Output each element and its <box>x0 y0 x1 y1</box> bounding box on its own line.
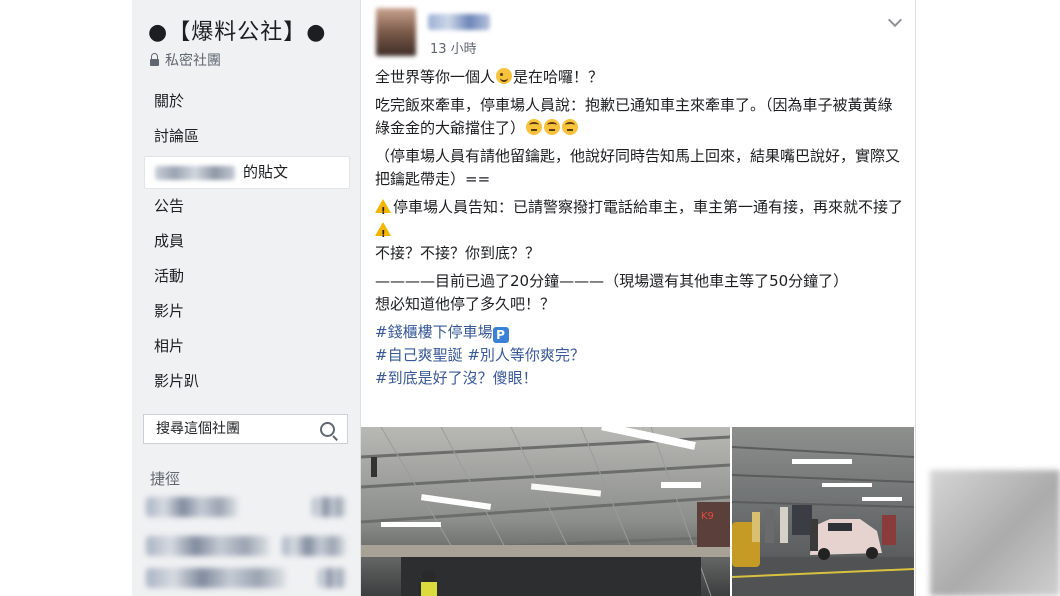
post-line: 不接？不接？你到底？？ <box>375 244 541 262</box>
warning-icon <box>375 199 391 223</box>
group-title[interactable]: ●【爆料公社】● <box>148 14 326 46</box>
shortcut-item[interactable] <box>146 497 238 517</box>
post-photo[interactable] <box>732 427 914 596</box>
nav-item-about[interactable]: 關於 <box>144 88 350 123</box>
avatar[interactable] <box>376 8 416 56</box>
nav-item-member-posts-label: 的貼文 <box>243 163 289 181</box>
nav-item-events[interactable]: 活動 <box>144 263 350 298</box>
nav-item-announcements[interactable]: 公告 <box>144 193 350 228</box>
eye-roll-face-icon <box>526 119 543 135</box>
privacy-label: 私密社團 <box>165 53 221 69</box>
shortcuts-title: 捷徑 <box>150 470 181 488</box>
hashtag-link[interactable]: #到底是好了沒？傻眼！ <box>375 367 903 390</box>
post-text: 全世界等你一個人 是在哈囉！？ 吃完飯來牽車，停車場人員說：抱歉已通知車主來牽車了… <box>375 66 903 395</box>
post-author-name[interactable] <box>428 14 490 30</box>
parking-icon: P <box>492 327 509 343</box>
car-blocking-photo <box>732 427 914 596</box>
group-privacy: 私密社團 <box>150 50 221 70</box>
shortcut-badge <box>282 536 346 556</box>
post-timestamp[interactable]: 13 小時 <box>430 38 477 57</box>
hashtag-link[interactable]: #自己爽聖誕 #別人等你爽完？ <box>375 344 903 367</box>
blurred-background-area <box>930 470 1060 596</box>
page-background-right <box>926 0 1060 596</box>
post-text-segment: 是在哈囉！？ <box>513 68 604 86</box>
shortcut-badge <box>318 568 346 588</box>
eye-roll-face-icon <box>562 119 579 135</box>
post-line: 停車場人員告知：已請警察撥打電話給車主，車主第一通有接，再來就不接了 <box>375 196 904 246</box>
blurred-member-name <box>155 165 235 180</box>
post-line: 想必知道他停了多久吧！？ <box>375 295 556 313</box>
post-line: #錢櫃樓下停車場 P <box>375 321 903 344</box>
post-text-segment: 吃完飯來牽車，停車場人員說：抱歉已通知車主來牽車了。（因為車子被黃黃綠綠金金的大… <box>375 96 893 137</box>
post-line: ————目前已過了20分鐘———（現場還有其他車主等了50分鐘了） <box>375 272 849 290</box>
shortcut-item[interactable] <box>146 568 286 588</box>
nav-item-watch-party[interactable]: 影片趴 <box>144 368 350 403</box>
nav-item-member-posts[interactable]: 的貼文 <box>144 156 350 189</box>
winking-face-icon <box>496 68 513 84</box>
warning-icon <box>375 222 391 246</box>
shortcut-item[interactable] <box>146 536 270 556</box>
post-text-segment: 停車場人員告知：已請警察撥打電話給車主，車主第一通有接，再來就不接了 <box>393 198 904 216</box>
hashtag-link[interactable]: #錢櫃樓下停車場 <box>375 323 493 341</box>
post-line: （停車場人員有請他留鑰匙，他說好同時告知馬上回來，結果嘴巴說好，實際又把鑰匙帶走… <box>375 147 901 188</box>
post-text-segment: 全世界等你一個人 <box>375 68 496 86</box>
lock-icon <box>150 52 159 66</box>
nav-item-videos[interactable]: 影片 <box>144 298 350 333</box>
post-line: 全世界等你一個人 是在哈囉！？ <box>375 66 903 89</box>
svg-text:K9: K9 <box>701 511 714 522</box>
nav-item-photos[interactable]: 相片 <box>144 333 350 368</box>
nav-item-discussion[interactable]: 討論區 <box>144 123 350 158</box>
search-icon[interactable] <box>320 422 335 437</box>
group-search-input[interactable] <box>154 420 318 438</box>
group-search-box[interactable] <box>143 414 348 444</box>
eye-roll-face-icon <box>544 119 561 135</box>
nav-item-members[interactable]: 成員 <box>144 228 350 263</box>
post-photo[interactable]: K9 <box>361 427 730 596</box>
parking-garage-photo: K9 <box>361 427 730 596</box>
group-nav: 關於 討論區 的貼文 公告 成員 活動 影片 相片 影片趴 <box>144 88 350 403</box>
post-line: 吃完飯來牽車，停車場人員說：抱歉已通知車主來牽車了。（因為車子被黃黃綠綠金金的大… <box>375 94 903 140</box>
shortcut-badge <box>312 497 346 517</box>
